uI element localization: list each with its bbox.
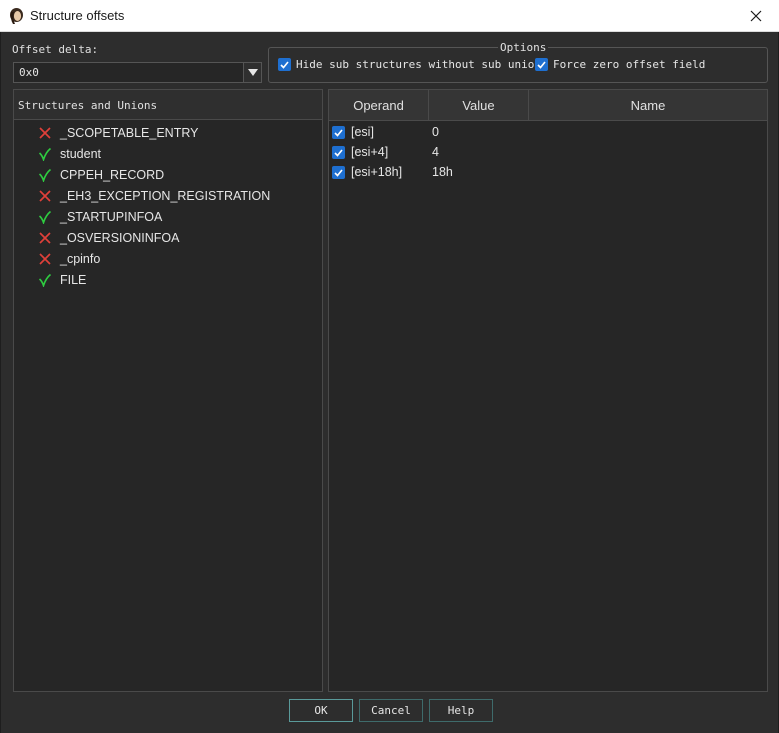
structure-name: _SCOPETABLE_ENTRY — [60, 125, 199, 140]
value-cell: 18h — [432, 165, 453, 179]
cross-icon — [39, 189, 51, 202]
column-operand[interactable]: Operand — [329, 90, 429, 121]
combo-dropdown-button[interactable] — [243, 63, 261, 82]
structures-header: Structures and Unions — [14, 90, 322, 120]
list-item[interactable]: _cpinfo — [38, 248, 100, 269]
structure-name: FILE — [60, 272, 87, 287]
value-cell: 4 — [432, 145, 439, 159]
offset-delta-combo[interactable]: 0x0 — [13, 62, 262, 83]
column-name[interactable]: Name — [529, 90, 767, 121]
structure-name: _OSVERSIONINFOA — [60, 230, 180, 245]
offset-delta-value[interactable]: 0x0 — [19, 66, 39, 79]
force-zero-offset-option[interactable]: Force zero offset field — [535, 58, 705, 71]
app-icon — [10, 8, 23, 24]
operands-grid[interactable]: Operand Value Name [esi] 0 [esi+4] 4 [esi+18… — [328, 89, 768, 692]
list-item[interactable]: _STARTUPINFOA — [38, 206, 162, 227]
table-row[interactable]: [esi+4] 4 — [329, 143, 767, 163]
operand-cell: [esi+4] — [351, 145, 389, 159]
force-zero-offset-checkbox[interactable] — [535, 58, 548, 71]
row-checkbox[interactable] — [332, 126, 345, 139]
force-zero-offset-label[interactable]: Force zero offset field — [553, 58, 705, 71]
value-cell: 0 — [432, 125, 439, 139]
window-title: Structure offsets — [30, 8, 125, 23]
cross-icon — [39, 231, 51, 244]
hide-sub-structures-label[interactable]: Hide sub structures without sub unions — [296, 58, 548, 71]
checkmark-icon — [280, 60, 289, 69]
cross-icon — [39, 126, 51, 139]
grid-header: Operand Value Name — [329, 90, 767, 121]
list-item[interactable]: FILE — [38, 269, 86, 290]
close-button[interactable] — [733, 0, 779, 31]
check-icon — [38, 273, 52, 287]
dialog-body: Offset delta: 0x0 Options Hide sub struc… — [0, 32, 779, 733]
structure-name: CPPEH_RECORD — [60, 167, 165, 182]
structures-list[interactable]: Structures and Unions _SCOPETABLE_ENTRYs… — [13, 89, 323, 692]
offset-delta-label: Offset delta: — [12, 43, 99, 56]
list-item[interactable]: _SCOPETABLE_ENTRY — [38, 122, 198, 143]
title-bar: Structure offsets — [0, 0, 779, 32]
ok-button[interactable]: OK — [289, 699, 353, 722]
cross-icon — [39, 252, 51, 265]
structure-name: student — [60, 146, 102, 161]
row-checkbox[interactable] — [332, 166, 345, 179]
structure-name: _EH3_EXCEPTION_REGISTRATION — [60, 188, 271, 203]
table-row[interactable]: [esi] 0 — [329, 123, 767, 143]
column-value[interactable]: Value — [429, 90, 529, 121]
structure-name: _STARTUPINFOA — [60, 209, 163, 224]
list-item[interactable]: _EH3_EXCEPTION_REGISTRATION — [38, 185, 270, 206]
checkmark-icon — [334, 168, 343, 177]
operand-cell: [esi+18h] — [351, 165, 403, 179]
hide-sub-structures-checkbox[interactable] — [278, 58, 291, 71]
options-title: Options — [498, 41, 549, 54]
cancel-button[interactable]: Cancel — [359, 699, 423, 722]
operand-cell: [esi] — [351, 125, 374, 139]
structures-header-label: Structures and Unions — [18, 99, 158, 112]
close-icon — [750, 10, 762, 21]
help-button[interactable]: Help — [429, 699, 493, 722]
list-item[interactable]: CPPEH_RECORD — [38, 164, 164, 185]
structure-name: _cpinfo — [60, 251, 101, 266]
check-icon — [38, 210, 52, 224]
checkmark-icon — [334, 148, 343, 157]
checkmark-icon — [537, 60, 546, 69]
checkmark-icon — [334, 128, 343, 137]
check-icon — [38, 147, 52, 161]
table-row[interactable]: [esi+18h] 18h — [329, 163, 767, 183]
list-item[interactable]: student — [38, 143, 101, 164]
hide-sub-structures-option[interactable]: Hide sub structures without sub unions — [278, 58, 548, 71]
chevron-down-icon — [247, 69, 258, 76]
check-icon — [38, 168, 52, 182]
list-item[interactable]: _OSVERSIONINFOA — [38, 227, 179, 248]
row-checkbox[interactable] — [332, 146, 345, 159]
